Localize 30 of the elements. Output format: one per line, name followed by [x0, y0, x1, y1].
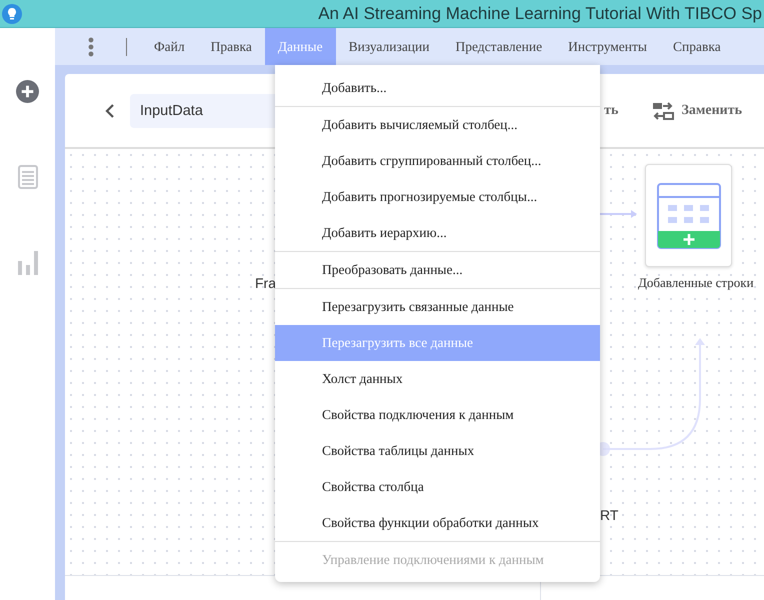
menu-option[interactable]: Добавить прогнозируемые столбцы...: [275, 179, 600, 215]
menu-item[interactable]: Инструменты: [555, 28, 660, 65]
menu-option[interactable]: Холст данных: [275, 361, 600, 397]
node-card[interactable]: [645, 164, 732, 267]
connector-arrow: [600, 210, 637, 218]
menu-item[interactable]: Представление: [442, 28, 556, 65]
lightbulb-icon: [2, 4, 22, 24]
replace-button[interactable]: Заменить: [681, 102, 742, 118]
menu-option[interactable]: Добавить иерархию...: [275, 215, 600, 251]
menu-option[interactable]: Перезагрузить связанные данные: [275, 289, 600, 325]
swap-icon: [652, 100, 674, 122]
menu-option[interactable]: Свойства столбца: [275, 469, 600, 505]
window-title: An AI Streaming Machine Learning Tutorial With TIBCO Sp: [318, 4, 763, 24]
menu-item[interactable]: Правка: [198, 28, 265, 65]
menu-option[interactable]: Добавить сгруппированный столбец...: [275, 143, 600, 179]
menu-item[interactable]: Справка: [660, 28, 734, 65]
menu-item[interactable]: Файл: [141, 28, 198, 65]
partial-button-label[interactable]: ть: [604, 102, 618, 118]
table-add-icon: [656, 182, 720, 248]
more-icon[interactable]: [88, 36, 94, 56]
menu-option[interactable]: Свойства функции обработки данных: [275, 505, 600, 541]
menu-option[interactable]: Свойства таблицы данных: [275, 433, 600, 469]
back-icon[interactable]: [105, 104, 115, 118]
node-label: Добавленные строки: [638, 275, 754, 291]
menu-option[interactable]: Свойства подключения к данным: [275, 397, 600, 433]
menu-option[interactable]: Преобразовать данные...: [275, 252, 600, 288]
node-label: RT: [600, 507, 618, 523]
add-icon[interactable]: [16, 80, 39, 103]
node-label: Fra: [255, 275, 276, 291]
menu-item[interactable]: Визуализации: [336, 28, 442, 65]
